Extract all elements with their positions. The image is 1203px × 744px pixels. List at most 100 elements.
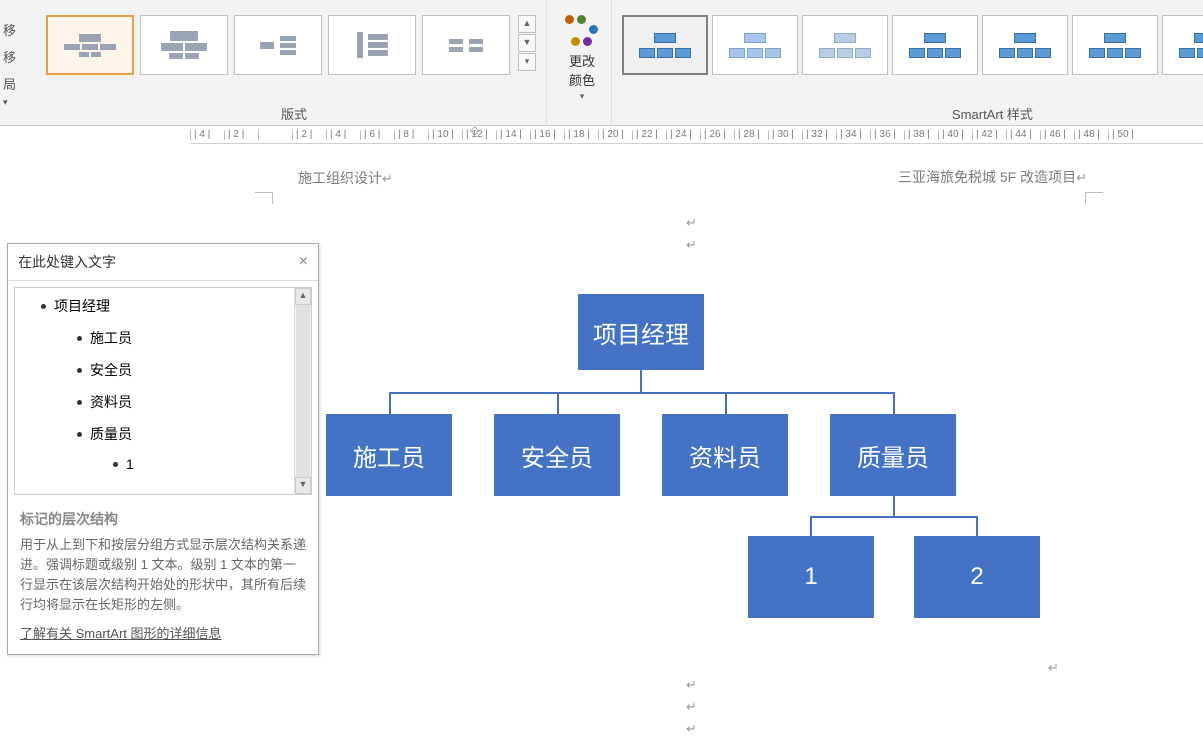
ribbon-left-tab[interactable]: 移: [0, 20, 16, 39]
org-node-root[interactable]: 项目经理: [578, 294, 704, 370]
ribbon-left-tab[interactable]: 移: [0, 47, 16, 66]
layout-gallery: ▲ ▼ ▾: [16, 0, 546, 75]
list-item-label: 安全员: [90, 360, 132, 380]
footer-title: 标记的层次结构: [20, 509, 306, 529]
ruler-mark: | 6 |: [360, 130, 394, 140]
ruler-mark: [258, 130, 292, 140]
org-node-level2[interactable]: 资料员: [662, 414, 788, 496]
list-item-label: 施工员: [90, 328, 132, 348]
ruler-mark: | 22 |: [632, 130, 666, 140]
style-option-3[interactable]: [802, 15, 888, 75]
org-connector: [640, 370, 642, 392]
paragraph-marks: ↵↵: [686, 212, 697, 256]
ruler-mark: | 8 |: [394, 130, 428, 140]
bullet-icon: [77, 400, 82, 405]
org-connector: [725, 392, 727, 414]
ruler-mark: | 42 |: [972, 130, 1006, 140]
style-option-5[interactable]: [982, 15, 1068, 75]
layout-option-2[interactable]: [140, 15, 228, 75]
change-colors-button[interactable]: 更改颜色 ▾: [546, 0, 612, 125]
ruler-mark: | 28 |: [734, 130, 768, 140]
bullet-icon: [77, 368, 82, 373]
scroll-up-button[interactable]: ▲: [295, 288, 311, 305]
list-item-label: 1: [126, 456, 134, 472]
paragraph-marks: ↵↵↵: [686, 674, 697, 740]
ruler-mark: | 30 |: [768, 130, 802, 140]
org-connector: [810, 516, 812, 536]
org-node-level2[interactable]: 施工员: [326, 414, 452, 496]
layout-scroll-down[interactable]: ▼: [518, 34, 536, 52]
layout-option-3[interactable]: [234, 15, 322, 75]
bullet-icon: [77, 432, 82, 437]
ribbon: 移 移 局 ▾: [0, 0, 1203, 126]
org-connector: [976, 516, 978, 536]
org-node-level2[interactable]: 质量员: [830, 414, 956, 496]
org-node-level3[interactable]: 2: [914, 536, 1040, 618]
text-pane-list-item[interactable]: 项目经理: [41, 296, 305, 316]
layout-option-1[interactable]: [46, 15, 134, 75]
ribbon-left-tab[interactable]: 局 ▾: [0, 74, 16, 108]
text-pane-list-item[interactable]: 1: [113, 456, 305, 472]
ruler-mark: | 14 |: [496, 130, 530, 140]
ruler-mark: | 48 |: [1074, 130, 1108, 140]
style-option-1[interactable]: [622, 15, 708, 75]
ruler-mark: | 4 |: [190, 130, 224, 140]
layout-scroll-up[interactable]: ▲: [518, 15, 536, 33]
margin-corner-right: [1085, 192, 1103, 204]
style-option-2[interactable]: [712, 15, 798, 75]
org-connector: [557, 392, 559, 414]
footer-desc: 用于从上到下和按层分组方式显示层次结构关系递进。强调标题或级别 1 文本。级别 …: [20, 535, 306, 615]
style-option-4[interactable]: [892, 15, 978, 75]
style-gallery: [612, 0, 1203, 75]
list-item-label: 质量员: [90, 424, 132, 444]
list-item-label: 资料员: [90, 392, 132, 412]
scrollbar[interactable]: ▲ ▼: [294, 288, 311, 494]
layout-expand[interactable]: ▾: [518, 53, 536, 71]
style-option-6[interactable]: [1072, 15, 1158, 75]
ruler-mark: | 20 |: [598, 130, 632, 140]
doc-header-right: 三亚海旅免税城 5F 改造项目↵: [898, 167, 1087, 187]
ruler-mark: | 36 |: [870, 130, 904, 140]
org-connector: [810, 516, 978, 518]
ruler-mark: | 12 |: [462, 130, 496, 140]
margin-corner-left: [255, 192, 273, 204]
ruler-mark: | 4 |: [326, 130, 360, 140]
scroll-thumb[interactable]: [296, 305, 310, 477]
document-area[interactable]: 施工组织设计↵ 三亚海旅免税城 5F 改造项目↵ ↵↵ ↵↵↵ ↵ 项目经理 施…: [190, 144, 1203, 744]
scroll-down-button[interactable]: ▼: [295, 477, 311, 494]
ruler-mark: | 2 |: [292, 130, 326, 140]
org-node-level2[interactable]: 安全员: [494, 414, 620, 496]
learn-more-link[interactable]: 了解有关 SmartArt 图形的详细信息: [20, 623, 306, 642]
close-icon[interactable]: ×: [299, 253, 308, 271]
layout-option-4[interactable]: [328, 15, 416, 75]
bullet-icon: [41, 304, 46, 309]
ribbon-left-tabs: 移 移 局 ▾: [0, 0, 16, 125]
layout-option-5[interactable]: [422, 15, 510, 75]
ruler-mark: | 50 |: [1108, 130, 1142, 140]
paragraph-mark: ↵: [1048, 660, 1059, 676]
text-pane-list-item[interactable]: 质量员: [77, 424, 305, 444]
bullet-icon: [113, 462, 118, 467]
style-option-7[interactable]: [1162, 15, 1203, 75]
text-pane-footer: 标记的层次结构 用于从上到下和按层分组方式显示层次结构关系递进。强调标题或级别 …: [8, 501, 318, 654]
org-connector: [893, 392, 895, 414]
ruler-mark: | 38 |: [904, 130, 938, 140]
org-node-level3[interactable]: 1: [748, 536, 874, 618]
doc-header-left: 施工组织设计↵: [298, 168, 393, 188]
ruler[interactable]: ◇ | 4 || 2 || 2 || 4 || 6 || 8 || 10 || …: [190, 126, 1203, 144]
layout-gallery-spinners: ▲ ▼ ▾: [518, 15, 536, 72]
bullet-icon: [77, 336, 82, 341]
text-pane-list-item[interactable]: 安全员: [77, 360, 305, 380]
text-pane-body[interactable]: 项目经理施工员安全员资料员质量员 1 ▲ ▼: [14, 287, 312, 495]
ruler-mark: | 24 |: [666, 130, 700, 140]
text-pane-list-item[interactable]: 资料员: [77, 392, 305, 412]
style-group-label: SmartArt 样式: [952, 104, 1033, 123]
text-pane-title: 在此处键入文字: [18, 252, 116, 272]
list-item-label: 项目经理: [54, 296, 110, 316]
ruler-mark: | 10 |: [428, 130, 462, 140]
smartart-text-pane: 在此处键入文字 × 项目经理施工员安全员资料员质量员 1 ▲ ▼ 标记的层次结构 …: [7, 243, 319, 655]
text-pane-list-item[interactable]: 施工员: [77, 328, 305, 348]
ruler-mark: | 40 |: [938, 130, 972, 140]
chevron-down-icon: ▾: [580, 91, 585, 102]
ruler-mark: | 32 |: [802, 130, 836, 140]
